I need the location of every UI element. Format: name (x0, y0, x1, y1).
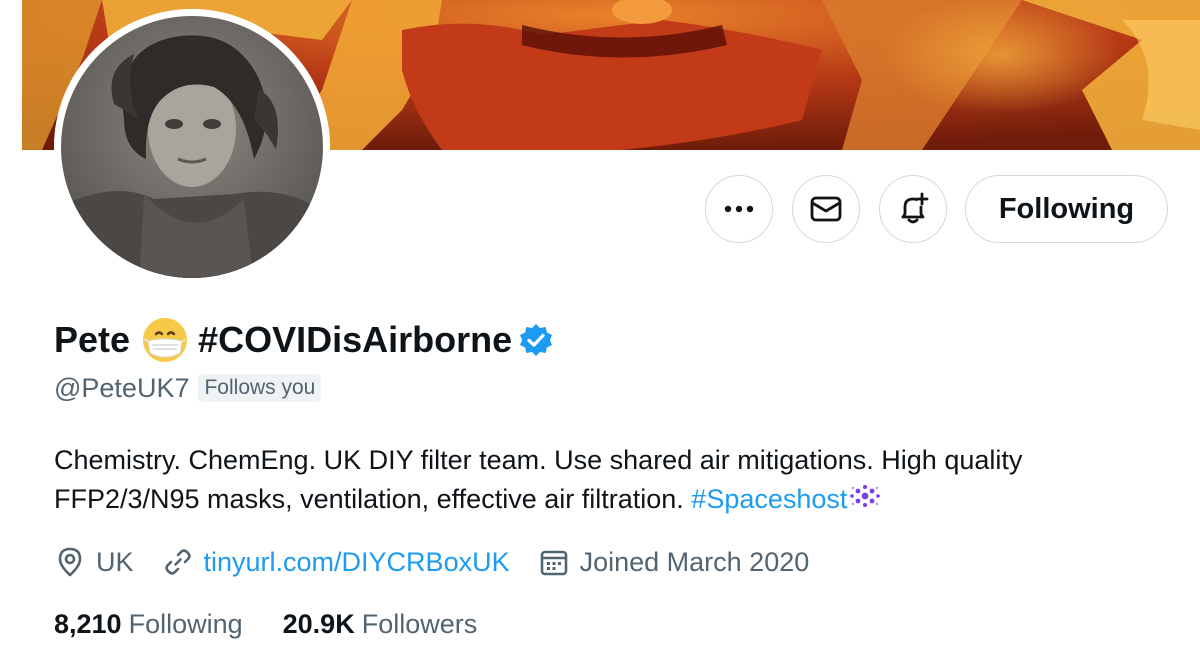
profile-name: Pete (54, 319, 131, 360)
left-edge-strip (0, 0, 22, 666)
bell-plus-icon (896, 192, 930, 226)
following-count-label: Following (128, 608, 243, 639)
profile-name-row: Pete #COVIDisAirborne (54, 314, 554, 366)
notifications-button[interactable] (879, 175, 947, 243)
bio-hashtag-link[interactable]: #Spaceshost (691, 484, 847, 514)
profile-page: Following Pete #COVIDisAirborne @PeteUK7… (0, 0, 1200, 666)
more-horizontal-icon (724, 205, 754, 213)
profile-meta-row: UK tinyurl.com/DIYCRBoxUK Joined March 2… (54, 542, 837, 582)
following-button[interactable]: Following (965, 175, 1168, 243)
follow-counts-row: 8,210 Following 20.9K Followers (54, 604, 477, 644)
website-item[interactable]: tinyurl.com/DIYCRBoxUK (162, 546, 510, 578)
joined-item: Joined March 2020 (538, 546, 810, 578)
website-link[interactable]: tinyurl.com/DIYCRBoxUK (204, 547, 510, 578)
profile-bio: Chemistry. ChemEng. UK DIY filter team. … (54, 441, 1164, 520)
profile-handle-row: @PeteUK7 Follows you (54, 370, 322, 406)
followers-count-value: 20.9K (282, 608, 355, 639)
followers-count-label: Followers (361, 608, 478, 639)
location-item: UK (54, 546, 134, 578)
map-pin-icon (54, 546, 86, 578)
sparkles-icon (847, 481, 883, 520)
message-button[interactable] (792, 175, 860, 243)
profile-name-hashtag: #COVIDisAirborne (198, 319, 513, 360)
verified-badge-icon[interactable] (518, 322, 554, 358)
profile-avatar[interactable] (54, 9, 330, 285)
more-button[interactable] (705, 175, 773, 243)
joined-text: Joined March 2020 (579, 546, 810, 577)
avatar-photo (54, 9, 330, 285)
location-text: UK (96, 546, 134, 577)
followers-count-link[interactable]: 20.9K Followers (283, 609, 478, 640)
face-with-mask-icon (142, 317, 188, 363)
following-count-link[interactable]: 8,210 Following (54, 609, 243, 640)
profile-handle: @PeteUK7 (54, 372, 190, 403)
calendar-icon (538, 546, 570, 578)
following-count-value: 8,210 (54, 608, 122, 639)
follows-you-badge: Follows you (198, 374, 322, 402)
envelope-icon (810, 196, 842, 222)
link-icon (162, 546, 194, 578)
following-button-label: Following (998, 192, 1135, 225)
